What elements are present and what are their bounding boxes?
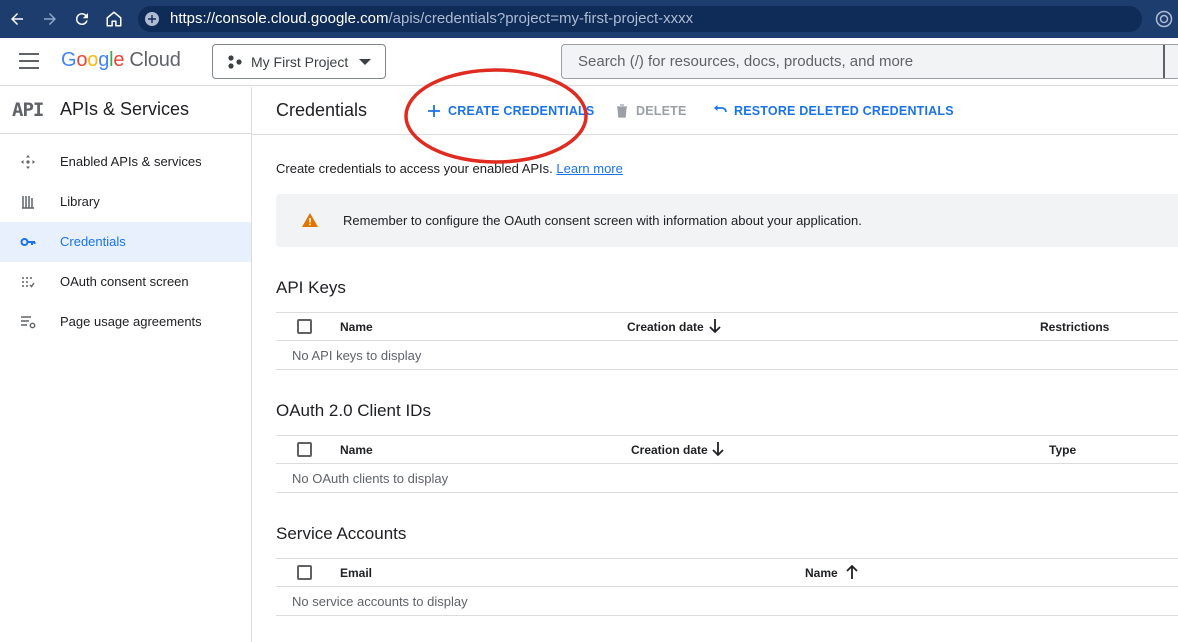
arrow-down-icon[interactable] xyxy=(708,318,722,334)
arrow-down-icon[interactable] xyxy=(711,441,725,457)
url-host: https://console.cloud.google.com xyxy=(170,10,389,27)
home-button[interactable] xyxy=(102,7,126,31)
api-icon: API xyxy=(12,99,44,121)
sidebar: API APIs & Services Enabled APIs & servi… xyxy=(0,87,252,642)
column-header-creation-date[interactable]: Creation date xyxy=(627,320,704,334)
url-path: /apis/credentials?project=my-first-proje… xyxy=(388,10,694,27)
create-credentials-label: CREATE CREDENTIALS xyxy=(448,104,595,118)
sidebar-item-credentials[interactable]: Credentials xyxy=(0,222,251,262)
arrow-left-icon xyxy=(11,13,23,25)
table-row: No service accounts to display xyxy=(276,587,1178,616)
library-icon xyxy=(22,196,34,209)
project-icon xyxy=(228,55,242,69)
arrow-up-icon[interactable] xyxy=(845,564,859,580)
intro-text: Create credentials to access your enable… xyxy=(276,161,623,176)
search-divider xyxy=(1163,45,1165,78)
intro-message: Create credentials to access your enable… xyxy=(276,161,553,176)
trash-icon xyxy=(617,104,627,118)
project-label: My First Project xyxy=(251,54,349,70)
arrow-right-icon xyxy=(44,13,56,25)
sidebar-item-library[interactable]: Library xyxy=(0,182,251,222)
column-header-name[interactable]: Name xyxy=(805,566,838,580)
warning-icon xyxy=(302,213,318,227)
caret-down-icon xyxy=(359,59,371,65)
oauth-reminder-banner: Remember to configure the OAuth consent … xyxy=(276,194,1178,247)
sidebar-item-label: Credentials xyxy=(60,234,126,249)
google-cloud-logo[interactable]: Google Cloud xyxy=(61,49,181,72)
select-all-checkbox[interactable] xyxy=(297,442,312,457)
create-credentials-button[interactable]: CREATE CREDENTIALS xyxy=(426,101,594,121)
service-accounts-table: Email Name No service accounts to displa… xyxy=(276,558,1178,616)
browser-toolbar: https://console.cloud.google.com/apis/cr… xyxy=(0,0,1178,38)
sidebar-item-page-usage[interactable]: Page usage agreements xyxy=(0,302,251,342)
empty-state: No API keys to display xyxy=(292,348,422,363)
select-all-checkbox[interactable] xyxy=(297,565,312,580)
oauth-clients-table: Name Creation date Type No OAuth clients… xyxy=(276,435,1178,493)
search-box xyxy=(561,44,1178,79)
extension-icon[interactable] xyxy=(1155,10,1173,28)
restore-deleted-credentials-button[interactable]: RESTORE DELETED CREDENTIALS xyxy=(712,101,954,121)
empty-state: No OAuth clients to display xyxy=(292,471,449,486)
site-info-icon[interactable] xyxy=(144,11,160,27)
main-content: Credentials CREATE CREDENTIALS DELETE RE… xyxy=(252,87,1178,642)
column-header-name[interactable]: Name xyxy=(340,320,373,334)
select-all-checkbox[interactable] xyxy=(297,319,312,334)
table-row: No OAuth clients to display xyxy=(276,464,1178,493)
delete-button[interactable]: DELETE xyxy=(614,101,687,121)
plus-icon xyxy=(428,105,440,117)
column-header-email[interactable]: Email xyxy=(340,566,372,580)
home-icon xyxy=(106,11,122,27)
sidebar-item-label: Library xyxy=(60,194,100,209)
sidebar-title: APIs & Services xyxy=(60,99,190,119)
project-picker-button[interactable]: My First Project xyxy=(212,44,386,79)
consent-icon xyxy=(22,277,35,288)
table-header: Email Name xyxy=(276,558,1178,587)
column-header-type[interactable]: Type xyxy=(1049,443,1076,457)
sidebar-item-label: Enabled APIs & services xyxy=(60,154,202,169)
column-header-restrictions[interactable]: Restrictions xyxy=(1040,320,1109,334)
sidebar-header: API APIs & Services xyxy=(0,87,251,134)
console-header: Google Cloud My First Project xyxy=(0,38,1178,86)
key-icon xyxy=(20,238,36,246)
logo-cloud-text: Cloud xyxy=(129,49,181,71)
api-keys-table: Name Creation date Restrictions No API k… xyxy=(276,312,1178,370)
reload-button[interactable] xyxy=(70,7,94,31)
url-text[interactable]: https://console.cloud.google.com/apis/cr… xyxy=(170,10,693,27)
empty-state: No service accounts to display xyxy=(292,594,468,609)
sidebar-item-enabled-apis[interactable]: Enabled APIs & services xyxy=(0,142,251,182)
table-row: No API keys to display xyxy=(276,341,1178,370)
restore-label: RESTORE DELETED CREDENTIALS xyxy=(734,104,954,118)
search-input[interactable] xyxy=(562,45,1162,78)
column-header-creation-date[interactable]: Creation date xyxy=(631,443,708,457)
page-title: Credentials xyxy=(276,100,368,120)
apis-icon xyxy=(21,155,35,169)
sidebar-item-label: OAuth consent screen xyxy=(60,274,189,289)
delete-label: DELETE xyxy=(636,104,687,118)
table-header: Name Creation date Type xyxy=(276,435,1178,464)
back-button[interactable] xyxy=(5,7,29,31)
api-keys-heading: API Keys xyxy=(276,278,346,297)
learn-more-link[interactable]: Learn more xyxy=(556,161,622,176)
sidebar-item-oauth-consent[interactable]: OAuth consent screen xyxy=(0,262,251,302)
column-header-name[interactable]: Name xyxy=(340,443,373,457)
service-accounts-heading: Service Accounts xyxy=(276,524,407,543)
sidebar-item-label: Page usage agreements xyxy=(60,314,202,329)
reload-icon xyxy=(75,13,88,26)
page-toolbar: Credentials CREATE CREDENTIALS DELETE RE… xyxy=(252,87,1178,135)
table-header: Name Creation date Restrictions xyxy=(276,312,1178,341)
oauth-client-ids-heading: OAuth 2.0 Client IDs xyxy=(276,401,431,420)
menu-icon[interactable] xyxy=(19,53,39,69)
forward-button[interactable] xyxy=(38,7,62,31)
notice-text: Remember to configure the OAuth consent … xyxy=(343,213,862,228)
settings-list-icon xyxy=(21,316,36,329)
undo-icon xyxy=(714,105,727,113)
